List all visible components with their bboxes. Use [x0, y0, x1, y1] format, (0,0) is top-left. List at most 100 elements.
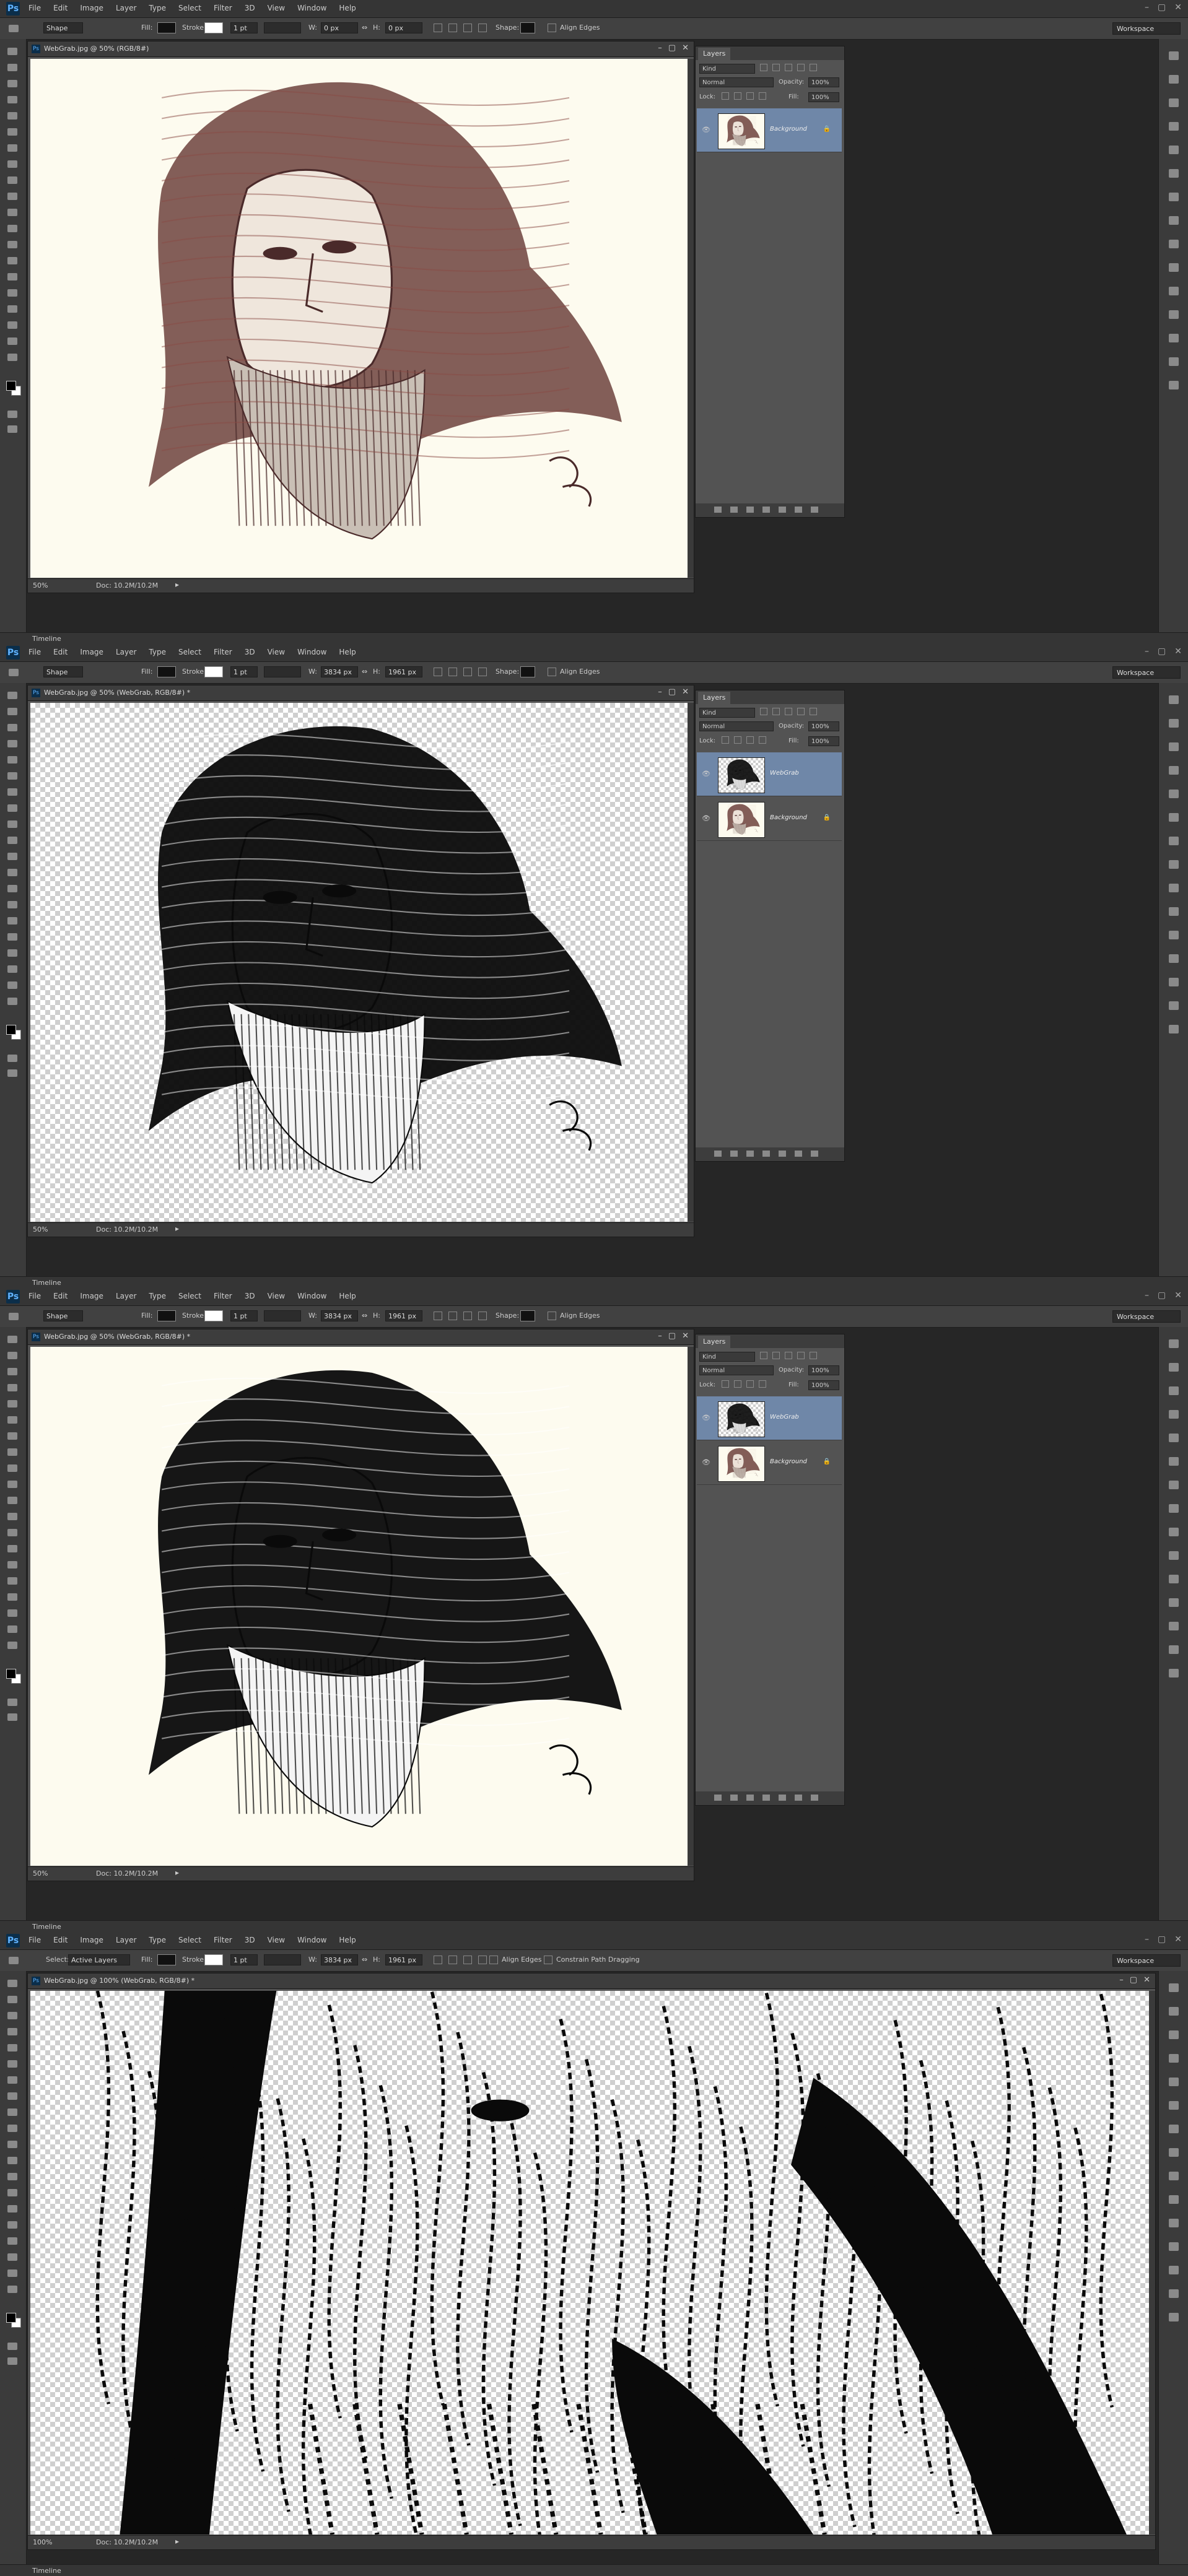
status-menu-arrow-icon[interactable]: ▸ [175, 580, 179, 589]
move-tool-icon[interactable] [7, 1980, 17, 1987]
path-arrange-icon[interactable] [463, 1312, 472, 1320]
type-tool-icon[interactable] [7, 2221, 17, 2229]
gear-icon[interactable] [478, 668, 487, 676]
stroke-swatch[interactable] [204, 22, 223, 33]
channels-icon[interactable] [1169, 978, 1179, 986]
fx-icon[interactable] [730, 1795, 738, 1801]
filter-adjust-icon[interactable] [772, 64, 780, 71]
zoom-level[interactable]: 50% [33, 1869, 48, 1878]
timeline-bar[interactable]: Timeline [0, 1276, 1188, 1288]
gear-icon[interactable] [478, 24, 487, 32]
opacity-field[interactable]: 100% [808, 1365, 839, 1375]
layer-row[interactable]: 👁 Background 🔒 [697, 797, 842, 841]
actions-icon[interactable] [1169, 2172, 1179, 2180]
filter-shape-icon[interactable] [797, 1352, 805, 1359]
menu-view[interactable]: View [268, 1292, 285, 1300]
gradient-tool-icon[interactable] [7, 225, 17, 232]
menu-help[interactable]: Help [339, 1292, 356, 1300]
actions-icon[interactable] [1169, 240, 1179, 248]
dodge-tool-icon[interactable] [7, 2189, 17, 2196]
character-icon[interactable] [1169, 146, 1179, 154]
fill-swatch[interactable] [157, 22, 176, 33]
doc-maximize-icon[interactable]: ▢ [668, 1331, 676, 1341]
fx-icon[interactable] [730, 1151, 738, 1157]
zoom-tool-icon[interactable] [7, 354, 17, 361]
menu-select[interactable]: Select [178, 1936, 201, 1944]
history-brush-tool-icon[interactable] [7, 193, 17, 200]
menu-image[interactable]: Image [80, 648, 103, 656]
menu-layer[interactable]: Layer [116, 648, 136, 656]
visibility-eye-icon[interactable]: 👁 [702, 126, 710, 134]
filter-adjust-icon[interactable] [772, 708, 780, 715]
doc-close-icon[interactable]: ✕ [1143, 1975, 1150, 1985]
zoom-level[interactable]: 50% [33, 581, 48, 590]
screen-mode-icon[interactable] [7, 1069, 17, 1077]
channels-icon[interactable] [1169, 334, 1179, 342]
layer-name[interactable]: Background [770, 126, 807, 133]
shape-tool-icon[interactable] [7, 1609, 17, 1617]
document-tab[interactable]: Ps WebGrab.jpg @ 50% (WebGrab, RGB/8#) * –… [28, 1329, 694, 1345]
blur-tool-icon[interactable] [7, 241, 17, 248]
trash-icon[interactable] [811, 1795, 818, 1801]
healing-tool-icon[interactable] [7, 1432, 17, 1440]
brush-preset-icon[interactable] [1169, 837, 1179, 845]
eyedropper-tool-icon[interactable] [7, 128, 17, 136]
lock-transparent-icon[interactable] [722, 1380, 729, 1388]
stroke-size-field[interactable]: 1 pt [230, 1310, 258, 1321]
lock-position-icon[interactable] [746, 1380, 754, 1388]
kind-filter-dropdown[interactable]: Kind [699, 1352, 755, 1362]
clone-stamp-tool-icon[interactable] [7, 2108, 17, 2116]
info-icon[interactable] [1169, 98, 1179, 107]
menu-window[interactable]: Window [297, 1292, 326, 1300]
link-layers-icon[interactable] [714, 1151, 722, 1157]
menu-layer[interactable]: Layer [116, 1936, 136, 1944]
document-tab[interactable]: Ps WebGrab.jpg @ 50% (WebGrab, RGB/8#) * –… [28, 685, 694, 701]
mask-icon[interactable] [746, 1795, 754, 1801]
menu-file[interactable]: File [28, 648, 41, 656]
workspace-dropdown[interactable]: Workspace [1112, 22, 1181, 35]
width-field[interactable]: 0 px [321, 22, 358, 33]
filter-type-icon[interactable] [785, 708, 792, 715]
menu-view[interactable]: View [268, 1936, 285, 1944]
link-icon[interactable]: ⇔ [362, 1312, 367, 1320]
timeline-bar[interactable]: Timeline [0, 1920, 1188, 1932]
menu-image[interactable]: Image [80, 4, 103, 12]
dodge-tool-icon[interactable] [7, 1545, 17, 1552]
doc-minimize-icon[interactable]: – [658, 1331, 662, 1341]
menu-type[interactable]: Type [149, 4, 166, 12]
menu-file[interactable]: File [28, 4, 41, 12]
tab-layers[interactable]: Layers [698, 48, 731, 60]
maximize-icon[interactable]: ▢ [1158, 1934, 1166, 1944]
swatches-icon[interactable] [1169, 931, 1179, 939]
filter-pixel-icon[interactable] [760, 64, 767, 71]
hand-tool-icon[interactable] [7, 981, 17, 989]
status-menu-arrow-icon[interactable]: ▸ [175, 2537, 179, 2546]
path-ops-icon[interactable] [434, 668, 442, 676]
lock-transparent-icon[interactable] [722, 92, 729, 100]
history-icon[interactable] [1169, 1983, 1179, 1992]
doc-close-icon[interactable]: ✕ [682, 1331, 689, 1341]
3d-icon[interactable] [1169, 1669, 1179, 1677]
close-icon[interactable]: ✕ [1174, 1934, 1182, 1944]
lock-all-icon[interactable] [759, 1380, 766, 1388]
properties-icon[interactable] [1169, 75, 1179, 84]
zoom-tool-icon[interactable] [7, 2286, 17, 2293]
brush-tool-icon[interactable] [7, 804, 17, 812]
fill-opacity-field[interactable]: 100% [808, 1380, 839, 1390]
crop-tool-icon[interactable] [7, 2044, 17, 2052]
3d-icon[interactable] [1169, 1025, 1179, 1033]
document-tab[interactable]: Ps WebGrab.jpg @ 100% (WebGrab, RGB/8#) *… [28, 1973, 1155, 1989]
path-ops-icon[interactable] [434, 24, 442, 32]
eraser-tool-icon[interactable] [7, 2141, 17, 2148]
filter-pixel-icon[interactable] [760, 708, 767, 715]
path-ops-icon[interactable] [434, 1312, 442, 1320]
dodge-tool-icon[interactable] [7, 257, 17, 264]
layer-row[interactable]: 👁 Background 🔒 [697, 1441, 842, 1485]
link-icon[interactable]: ⇔ [362, 1956, 367, 1964]
menu-select[interactable]: Select [178, 4, 201, 12]
info-icon[interactable] [1169, 1386, 1179, 1395]
fill-opacity-field[interactable]: 100% [808, 92, 839, 102]
styles-icon[interactable] [1169, 2242, 1179, 2251]
visibility-eye-icon[interactable]: 👁 [702, 770, 710, 778]
clone-source-icon[interactable] [1169, 216, 1179, 225]
